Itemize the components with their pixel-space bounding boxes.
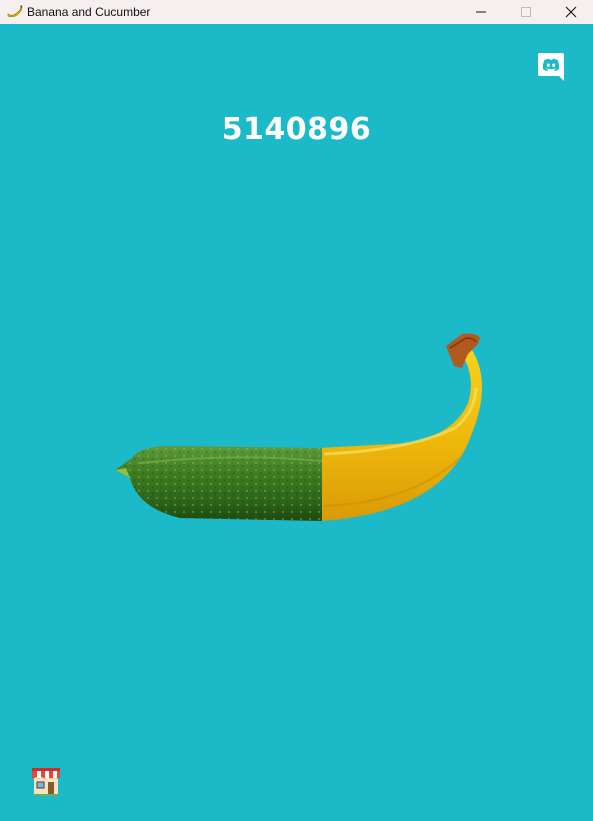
- close-button[interactable]: [548, 0, 593, 24]
- discord-icon: [538, 53, 564, 81]
- window-title: Banana and Cucumber: [27, 5, 151, 19]
- maximize-button[interactable]: [503, 0, 548, 24]
- title-bar: Banana and Cucumber: [0, 0, 593, 24]
- banana-cucumber-clicker[interactable]: [110, 328, 490, 528]
- minimize-button[interactable]: [458, 0, 503, 24]
- score-counter: 5140896: [221, 112, 372, 147]
- banana-icon: [6, 4, 24, 20]
- banana-cucumber-icon: [115, 333, 482, 521]
- minimize-icon: [475, 11, 486, 13]
- close-icon: [565, 6, 576, 18]
- discord-button[interactable]: [537, 52, 565, 82]
- window-controls: [458, 0, 593, 24]
- maximize-icon: [520, 7, 531, 17]
- game-window: Banana and Cucumber 5140896: [0, 0, 593, 821]
- shop-button[interactable]: [30, 765, 62, 797]
- shop-icon: [32, 768, 60, 796]
